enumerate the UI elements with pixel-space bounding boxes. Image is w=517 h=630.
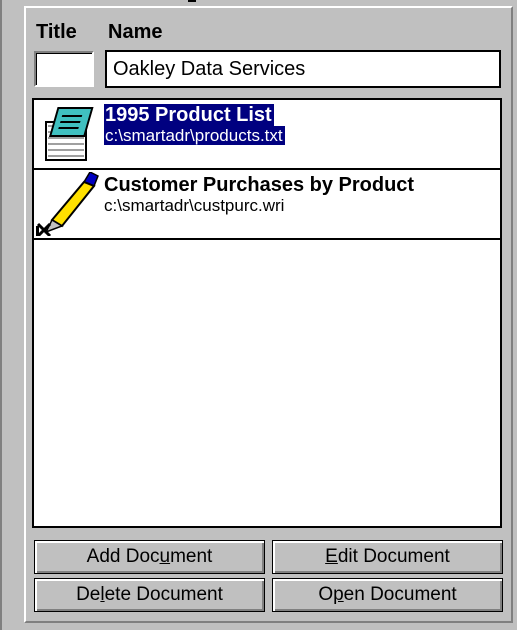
edit-document-button[interactable]: Edit Document [272, 540, 503, 574]
title-column-header: Title [36, 21, 77, 43]
list-item-document-2[interactable]: Customer Purchases by Product c:\smartad… [34, 170, 500, 240]
delete-document-button[interactable]: Delete Document [34, 578, 265, 612]
name-column-header: Name [108, 21, 163, 43]
add-document-button[interactable]: Add Document [34, 540, 265, 574]
document-path: c:\smartadr\custpurc.wri [104, 196, 285, 215]
write-pen-icon [36, 171, 100, 238]
document-title: 1995 Product List [104, 104, 274, 126]
document-list[interactable]: 1995 Product List c:\smartadr\products.t… [32, 98, 502, 528]
list-item-document-1[interactable]: 1995 Product List c:\smartadr\products.t… [34, 100, 500, 170]
document-path: c:\smartadr\products.txt [104, 126, 285, 145]
notepad-icon [36, 102, 100, 166]
name-field[interactable] [105, 50, 501, 88]
top-notch [188, 0, 196, 2]
open-document-button[interactable]: Open Document [272, 578, 503, 612]
left-rule [0, 0, 2, 630]
title-field[interactable] [34, 51, 94, 87]
document-title: Customer Purchases by Product [104, 174, 415, 196]
